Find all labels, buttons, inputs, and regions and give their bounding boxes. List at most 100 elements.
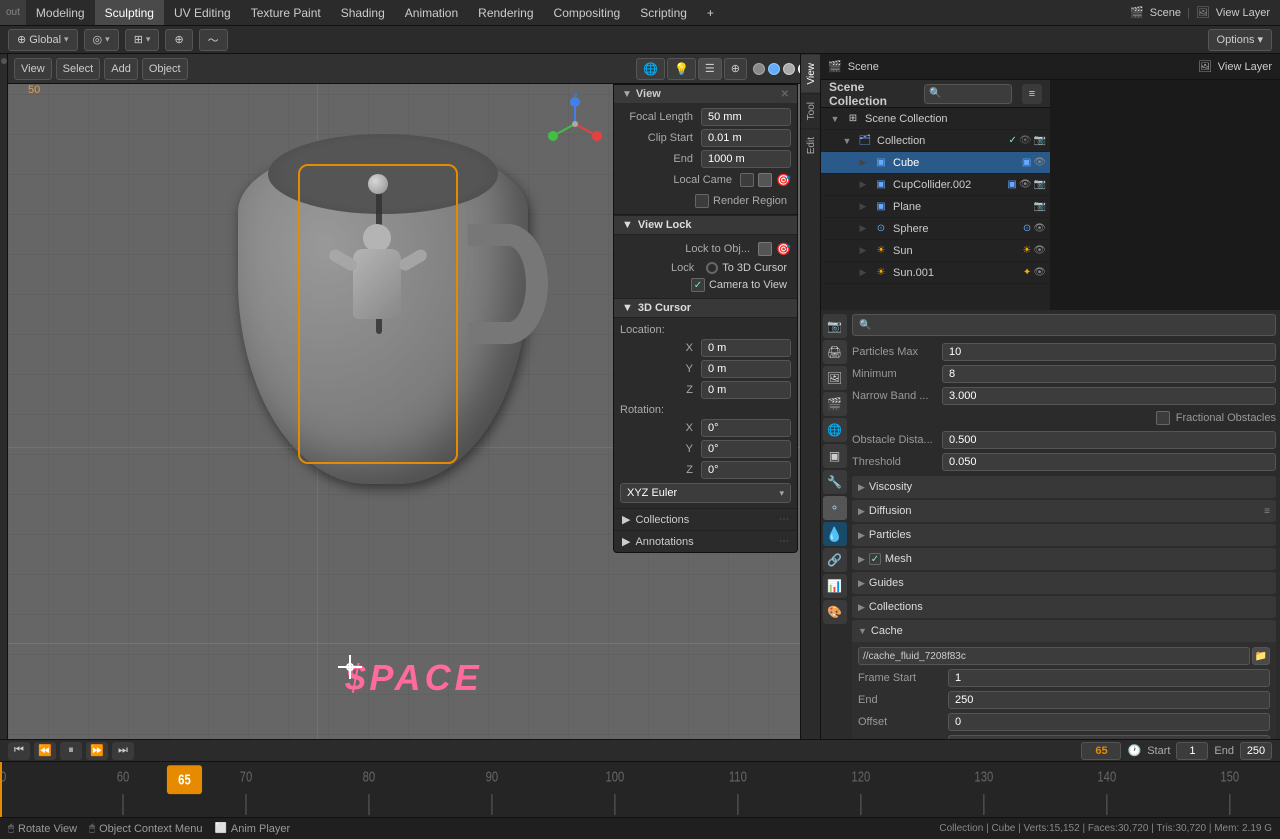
clip-start-value[interactable]: 0.01 m — [701, 129, 791, 147]
cube-eye-icon[interactable]: 👁 — [1033, 157, 1046, 168]
vp-tab-view[interactable]: View — [801, 54, 820, 93]
tree-item-plane[interactable]: ▶ ▣ Plane 📷 — [821, 196, 1050, 218]
menu-compositing[interactable]: Compositing — [544, 0, 631, 25]
cursor-ry-value[interactable]: 0° — [701, 440, 791, 458]
menu-rendering[interactable]: Rendering — [468, 0, 543, 25]
scene-collection-expand[interactable]: ▼ — [829, 114, 841, 124]
local-camera-picker-icon[interactable]: 🎯 — [776, 173, 791, 187]
prop-view-layer-btn[interactable]: 🖼 — [823, 366, 847, 390]
viewport-add-menu[interactable]: Add — [104, 58, 138, 80]
menu-shading[interactable]: Shading — [331, 0, 395, 25]
shade-render-btn[interactable] — [783, 63, 795, 75]
view-section-header[interactable]: ▼ View ✕ — [614, 85, 797, 103]
viewport-mode-btn[interactable]: 🌐 — [636, 58, 665, 80]
minimum-value[interactable]: 8 — [942, 365, 1276, 383]
cache-offset-value[interactable]: 0 — [948, 713, 1270, 731]
jump-to-start-btn[interactable]: ⏮ — [8, 742, 30, 760]
timeline-ruler[interactable]: 50 60 65 70 80 90 100 — [0, 762, 1280, 817]
sun001-star-icon[interactable]: ✦ — [1023, 267, 1031, 278]
cursor-y-value[interactable]: 0 m — [701, 360, 791, 378]
lock-to-obj-icon[interactable] — [758, 242, 772, 256]
prop-output-btn[interactable]: 🖨 — [823, 340, 847, 364]
rotation-mode-dropdown[interactable]: XYZ Euler ▾ — [620, 483, 791, 503]
sun-light-icon[interactable]: ☀ — [1022, 245, 1031, 256]
menu-add-workspace[interactable]: + — [697, 0, 724, 25]
current-frame-input[interactable]: 65 — [1081, 742, 1121, 760]
obstacle-dist-value[interactable]: 0.500 — [942, 431, 1276, 449]
tree-item-cube[interactable]: ▶ ▣ Cube ▣ 👁 — [821, 152, 1050, 174]
plane-camera-icon[interactable]: 📷 — [1034, 201, 1046, 212]
prop-constraint-btn[interactable]: 🔗 — [823, 548, 847, 572]
tree-item-scene-collection[interactable]: ▼ ⊞ Scene Collection — [821, 108, 1050, 130]
outliner-filter-btn[interactable]: ≡ — [1022, 84, 1042, 104]
local-camera-checkbox[interactable] — [740, 173, 754, 187]
cupcollider-eye-icon[interactable]: 👁 — [1019, 179, 1032, 190]
cube-mesh-icon[interactable]: ▣ — [1022, 157, 1031, 168]
annotations-options-icon[interactable]: ⋯ — [779, 536, 789, 547]
jump-fwd-btn[interactable]: ⏩ — [86, 742, 108, 760]
particles-section[interactable]: ▶ Particles — [852, 524, 1276, 546]
prop-modifier-btn[interactable]: 🔧 — [823, 470, 847, 494]
shade-solid-btn[interactable] — [753, 63, 765, 75]
prop-data-btn[interactable]: 📊 — [823, 574, 847, 598]
vp-tab-edit[interactable]: Edit — [801, 128, 820, 162]
view-close-icon[interactable]: ✕ — [781, 89, 789, 100]
menu-animation[interactable]: Animation — [395, 0, 468, 25]
cache-section-header[interactable]: ▼ Cache — [852, 620, 1276, 642]
viewport-3d[interactable]: View Select Add Object 🌐 💡 ☰ ⊕ — [8, 54, 820, 839]
tree-item-collection[interactable]: ▼ 🗂 Collection ✓ 👁 📷 — [821, 130, 1050, 152]
menu-scripting[interactable]: Scripting — [630, 0, 697, 25]
properties-search[interactable]: 🔍 — [852, 314, 1276, 336]
tree-item-sun[interactable]: ▶ ☀ Sun ☀ 👁 — [821, 240, 1050, 262]
clip-end-value[interactable]: 1000 m — [701, 150, 791, 168]
wave-btn[interactable]: 〜 — [199, 29, 228, 51]
sphere-meta-icon[interactable]: ⊙ — [1023, 223, 1031, 234]
3d-cursor-header[interactable]: ▼ 3D Cursor — [614, 298, 797, 318]
prop-render-btn[interactable]: 📷 — [823, 314, 847, 338]
shade-material-btn[interactable] — [768, 63, 780, 75]
prop-physics-btn[interactable]: 💧 — [823, 522, 847, 546]
collections-prop-section[interactable]: ▶ Collections — [852, 596, 1276, 618]
mesh-enabled-checkbox[interactable] — [869, 553, 881, 565]
threshold-value[interactable]: 0.050 — [942, 453, 1276, 471]
cupcollider-mesh-icon[interactable]: ▣ — [1007, 179, 1016, 190]
collections-options-icon[interactable]: ⋯ — [779, 514, 789, 525]
jump-back-btn[interactable]: ⏪ — [34, 742, 56, 760]
cache-filepath-folder-btn[interactable]: 📁 — [1252, 647, 1270, 665]
cache-filepath-value[interactable]: //cache_fluid_7208f83c — [858, 647, 1250, 665]
viewport-shade-btn[interactable]: 💡 — [667, 58, 696, 80]
menu-sculpting[interactable]: Sculpting — [95, 0, 164, 25]
sun001-visibility-icon[interactable]: 👁 — [1033, 267, 1046, 278]
collections-section[interactable]: ▶ Collections ⋯ — [614, 508, 797, 530]
start-frame-input[interactable]: 1 — [1176, 742, 1208, 760]
vp-tab-tool[interactable]: Tool — [801, 93, 820, 128]
prop-material-btn[interactable]: 🎨 — [823, 600, 847, 624]
menu-texture-paint[interactable]: Texture Paint — [241, 0, 331, 25]
snap-btn[interactable]: ⊞ ▾ — [125, 29, 160, 51]
guides-section[interactable]: ▶ Guides — [852, 572, 1276, 594]
viewport-overlay-btn[interactable]: ☰ — [698, 58, 722, 80]
collection-eye-icon[interactable]: 👁 — [1019, 135, 1032, 146]
sun-visibility-icon[interactable]: 👁 — [1033, 245, 1046, 256]
mesh-section[interactable]: ▶ Mesh — [852, 548, 1276, 570]
camera-to-view-checkbox[interactable] — [691, 278, 705, 292]
cursor-z-value[interactable]: 0 m — [701, 381, 791, 399]
local-camera-icon-btn[interactable] — [758, 173, 772, 187]
jump-to-end-btn[interactable]: ⏭ — [112, 742, 134, 760]
diffusion-section[interactable]: ▶ Diffusion ≡ — [852, 500, 1276, 522]
render-region-checkbox[interactable] — [695, 194, 709, 208]
cursor-rx-value[interactable]: 0° — [701, 419, 791, 437]
play-pause-btn[interactable]: ⏸ — [60, 742, 82, 760]
particles-max-value[interactable]: 10 — [942, 343, 1276, 361]
options-btn[interactable]: Options ▾ — [1208, 29, 1272, 51]
frame-start-value[interactable]: 1 — [948, 669, 1270, 687]
tree-item-sphere[interactable]: ▶ ⊙ Sphere ⊙ 👁 — [821, 218, 1050, 240]
focal-length-value[interactable]: 50 mm — [701, 108, 791, 126]
menu-modeling[interactable]: Modeling — [26, 0, 95, 25]
tree-item-cupcollider[interactable]: ▶ ▣ CupCollider.002 ▣ 👁 📷 — [821, 174, 1050, 196]
diffusion-options-icon[interactable]: ≡ — [1264, 506, 1270, 517]
collection-expand[interactable]: ▼ — [841, 136, 853, 146]
view-lock-header[interactable]: ▼ View Lock — [614, 215, 797, 235]
viewport-object-menu[interactable]: Object — [142, 58, 188, 80]
viscosity-section[interactable]: ▶ Viscosity — [852, 476, 1276, 498]
